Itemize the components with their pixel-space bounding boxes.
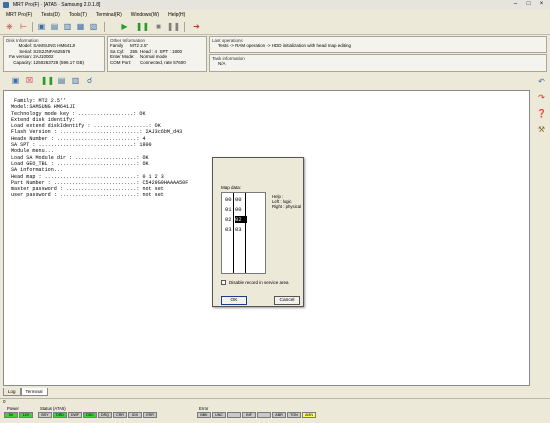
app-icon <box>3 2 9 8</box>
save-icon[interactable]: ▣ <box>36 21 47 32</box>
terminal-toolbar: ▣ ☒ ❚❚ ▤ ▥ ☌ <box>0 73 533 87</box>
undo-icon[interactable]: ↶ <box>536 76 547 87</box>
power-leds: 5V 12V <box>4 412 33 418</box>
ok-button[interactable]: OK <box>221 296 247 305</box>
family-value: MT2 2.5'' <box>130 43 149 49</box>
report-icon[interactable]: ▥ <box>62 21 73 32</box>
minimize-button[interactable]: – <box>511 1 520 7</box>
serial-value: S2S2JNFA625576 <box>33 48 71 54</box>
error-label: Error <box>199 406 209 411</box>
pause-icon[interactable]: ❚❚ <box>136 21 149 32</box>
tab-log[interactable]: Log <box>3 388 21 396</box>
led-idx: IDX <box>128 412 142 418</box>
head-map-dialog: Map data: 00 00 01 00 02 02 03 03 Help : Lef… <box>212 157 304 307</box>
disconnect-icon[interactable]: ⊢ <box>18 21 29 32</box>
led-err: ERR <box>143 412 157 418</box>
led-drd: DRD <box>53 412 67 418</box>
cancel-button[interactable]: Cancel <box>274 296 300 305</box>
model-value: SAMSUNG HM641JI <box>33 43 76 49</box>
error-leds: BBK UNC INF ABR TON AMN <box>197 412 316 418</box>
redo-icon[interactable]: ↷ <box>536 92 547 103</box>
disk-info-panel: Disk Information Model: SAMSUNG HM641JI … <box>3 36 105 72</box>
status-line: 0 <box>0 398 550 404</box>
info-icon[interactable]: ▧ <box>88 21 99 32</box>
led-dwf: DWF <box>68 412 82 418</box>
play-icon[interactable]: ▶ <box>119 21 130 32</box>
led-12v: 12V <box>19 412 33 418</box>
find-icon[interactable]: ☌ <box>84 75 95 86</box>
checkbox-box[interactable] <box>221 280 226 285</box>
copy-icon[interactable]: ▤ <box>56 75 67 86</box>
led-blank-2 <box>257 412 271 418</box>
print-icon[interactable]: ▥ <box>70 75 81 86</box>
connect-icon[interactable]: ⎈ <box>4 21 15 32</box>
help-icon[interactable]: ❓ <box>536 108 547 119</box>
checkbox-label: Disable record in service area <box>229 280 289 285</box>
status-label: Status (ATA5) <box>40 406 66 411</box>
help-text: Help : Left : logic Right : physical <box>272 194 302 210</box>
pause-log-icon[interactable]: ❚❚ <box>41 75 54 86</box>
map-data-label: Map data: <box>221 185 242 190</box>
last-operations-panel: Last operations Tests -> RAM operation -… <box>209 36 547 53</box>
capacity-value: 1250263728 (596.17 GB) <box>33 59 85 65</box>
status-bar: Power 5V 12V Status (ATA5) BSY DRD DWF D… <box>0 405 550 423</box>
led-5v: 5V <box>4 412 18 418</box>
main-toolbar: ⎈ ⊢ ▣ ▤ ▥ ▦ ▧ ▶ ❚❚ ■ ❚❚ ➔ <box>0 19 550 35</box>
menu-bar: MRT Pro(F) Tests(D) Tools(T) Terminal(R)… <box>0 10 550 19</box>
fw-value: 2AJ10002 <box>33 54 54 60</box>
led-drq: DRQ <box>98 412 112 418</box>
led-amn: AMN <box>302 412 316 418</box>
led-crr: CRR <box>113 412 127 418</box>
led-dsc: DSC <box>83 412 97 418</box>
log-save-icon[interactable]: ▣ <box>10 75 21 86</box>
close-button[interactable]: × <box>537 1 546 7</box>
clear-icon[interactable]: ☒ <box>24 75 35 86</box>
sacyl-value: 255 Head : 4 SPT : 1800 <box>130 48 182 54</box>
led-ton: TON <box>287 412 301 418</box>
maximize-button[interactable]: □ <box>524 1 533 7</box>
tab-terminal[interactable]: Terminal <box>20 388 48 396</box>
led-abr: ABR <box>272 412 286 418</box>
bottom-tabs: Log Terminal <box>3 388 48 396</box>
menu-windows[interactable]: Windows(W) <box>131 12 159 18</box>
status-leds: BSY DRD DWF DSC DRQ CRR IDX ERR <box>38 412 157 418</box>
menu-terminal[interactable]: Terminal(R) <box>96 12 122 18</box>
capacity-label: Capacity: <box>13 59 32 65</box>
disable-record-checkbox[interactable]: Disable record in service area <box>221 280 289 285</box>
view-icon[interactable]: ▤ <box>49 21 60 32</box>
map-data-list[interactable]: 00 00 01 00 02 02 03 03 <box>221 192 266 274</box>
settings-icon[interactable]: ▦ <box>75 21 86 32</box>
side-toolbar: ↶ ↷ ❓ ⚒ <box>533 73 550 393</box>
mode-value: Normal mode <box>140 54 168 60</box>
led-bbk: BBK <box>197 412 211 418</box>
menu-mrt[interactable]: MRT Pro(F) <box>6 12 32 18</box>
led-inf: INF <box>242 412 256 418</box>
other-info-panel: Other Information Family MT2 2.5'' Sa Cyl… <box>107 36 207 72</box>
task-info-text: N/A <box>218 61 226 67</box>
menu-tests[interactable]: Tests(D) <box>41 12 60 18</box>
pause-gray-icon[interactable]: ❚❚ <box>167 21 180 32</box>
led-blank-1 <box>227 412 241 418</box>
stop-icon[interactable]: ■ <box>153 21 164 32</box>
led-bsy: BSY <box>38 412 52 418</box>
tool-icon[interactable]: ⚒ <box>536 124 547 135</box>
power-label: Power <box>7 406 19 411</box>
last-ops-text: Tests -> RAM operation -> HDD initializa… <box>218 43 352 49</box>
menu-help[interactable]: Help(H) <box>168 12 185 18</box>
comport-label: COM Port: <box>110 59 132 65</box>
comport-value: Connected, rate 57600 <box>140 59 186 65</box>
window-title: MRT Pro(F) · [ATA5 · Samsung 2.0.1.8] <box>13 2 101 8</box>
task-info-panel: Task information N/A <box>209 54 547 72</box>
exit-icon[interactable]: ➔ <box>191 21 202 32</box>
led-unc: UNC <box>212 412 226 418</box>
menu-tools[interactable]: Tools(T) <box>69 12 87 18</box>
